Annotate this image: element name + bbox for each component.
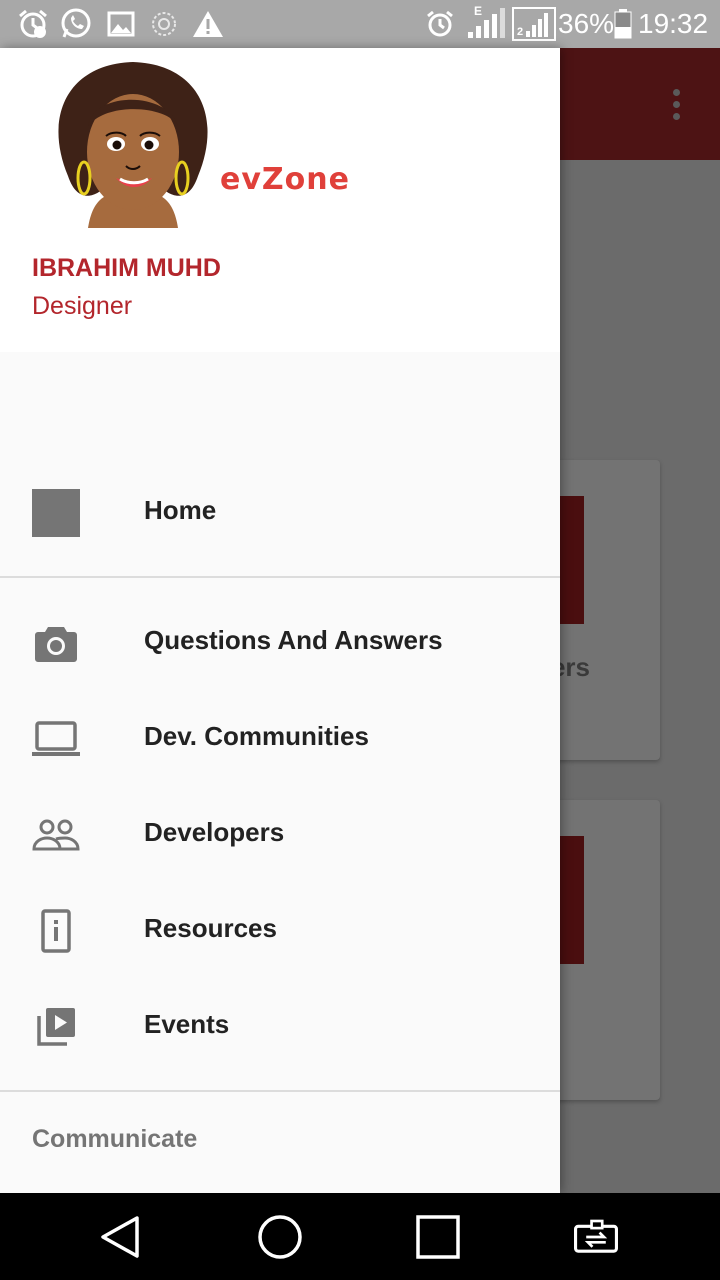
- network-type-label: E: [474, 4, 483, 18]
- nav-item-home[interactable]: Home: [0, 465, 560, 561]
- system-navigation-bar: [0, 1193, 720, 1280]
- warning-icon: [190, 8, 226, 40]
- overflow-dot: [672, 88, 680, 96]
- video-library-icon: [30, 1001, 82, 1053]
- signal-sim2-icon: 2: [512, 7, 556, 41]
- sim-slot-label: 2: [517, 26, 524, 38]
- nav-item-label: Questions And Answers: [144, 625, 443, 655]
- alarm-icon-right: [424, 8, 456, 40]
- nav-item-dev-communities[interactable]: Dev. Communities: [0, 691, 560, 787]
- nav-item-developers[interactable]: Developers: [0, 787, 560, 883]
- battery-icon: [612, 8, 634, 40]
- laptop-icon: [30, 713, 82, 765]
- status-bar: E 2 36% 19:32: [0, 0, 720, 48]
- gallery-icon: [106, 8, 136, 40]
- user-name: IBRAHIM MUHD: [32, 254, 221, 282]
- divider: [0, 1090, 560, 1092]
- back-icon[interactable]: [96, 1213, 144, 1261]
- alarm-icon: [16, 8, 50, 40]
- recents-icon[interactable]: [414, 1213, 462, 1261]
- home-placeholder-icon: [30, 487, 82, 539]
- brand-logo-text: evZone: [220, 162, 350, 197]
- switch-app-icon[interactable]: [572, 1213, 620, 1261]
- whatsapp-icon: [58, 8, 94, 40]
- people-icon: [30, 809, 82, 861]
- nav-item-questions-and-answers[interactable]: Questions And Answers: [0, 595, 560, 691]
- clock: 19:32: [638, 8, 709, 39]
- nav-item-resources[interactable]: Resources: [0, 883, 560, 979]
- nav-item-label: Dev. Communities: [144, 721, 369, 751]
- overflow-dot: [672, 112, 680, 120]
- divider: [0, 576, 560, 578]
- section-header-communicate: Communicate: [32, 1125, 198, 1153]
- avatar[interactable]: [48, 56, 218, 228]
- navigation-drawer: evZone IBRAHIM MUHD Designer Home Questi…: [0, 48, 560, 1193]
- sync-icon: [148, 8, 180, 40]
- nav-item-label: Resources: [144, 913, 277, 943]
- nav-item-label: Events: [144, 1009, 230, 1039]
- overflow-menu-button[interactable]: [656, 76, 696, 132]
- drawer-header: evZone IBRAHIM MUHD Designer: [0, 48, 560, 352]
- info-icon: [30, 905, 82, 957]
- camera-icon: [30, 617, 82, 669]
- home-circle-icon[interactable]: [256, 1213, 304, 1261]
- nav-item-label: Developers: [144, 817, 285, 847]
- battery-percent: 36%: [558, 8, 615, 39]
- overflow-dot: [672, 100, 680, 108]
- nav-item-label: Home: [144, 495, 217, 525]
- user-role: Designer: [32, 292, 133, 320]
- signal-sim1-icon: E: [466, 4, 506, 40]
- nav-item-events[interactable]: Events: [0, 979, 560, 1075]
